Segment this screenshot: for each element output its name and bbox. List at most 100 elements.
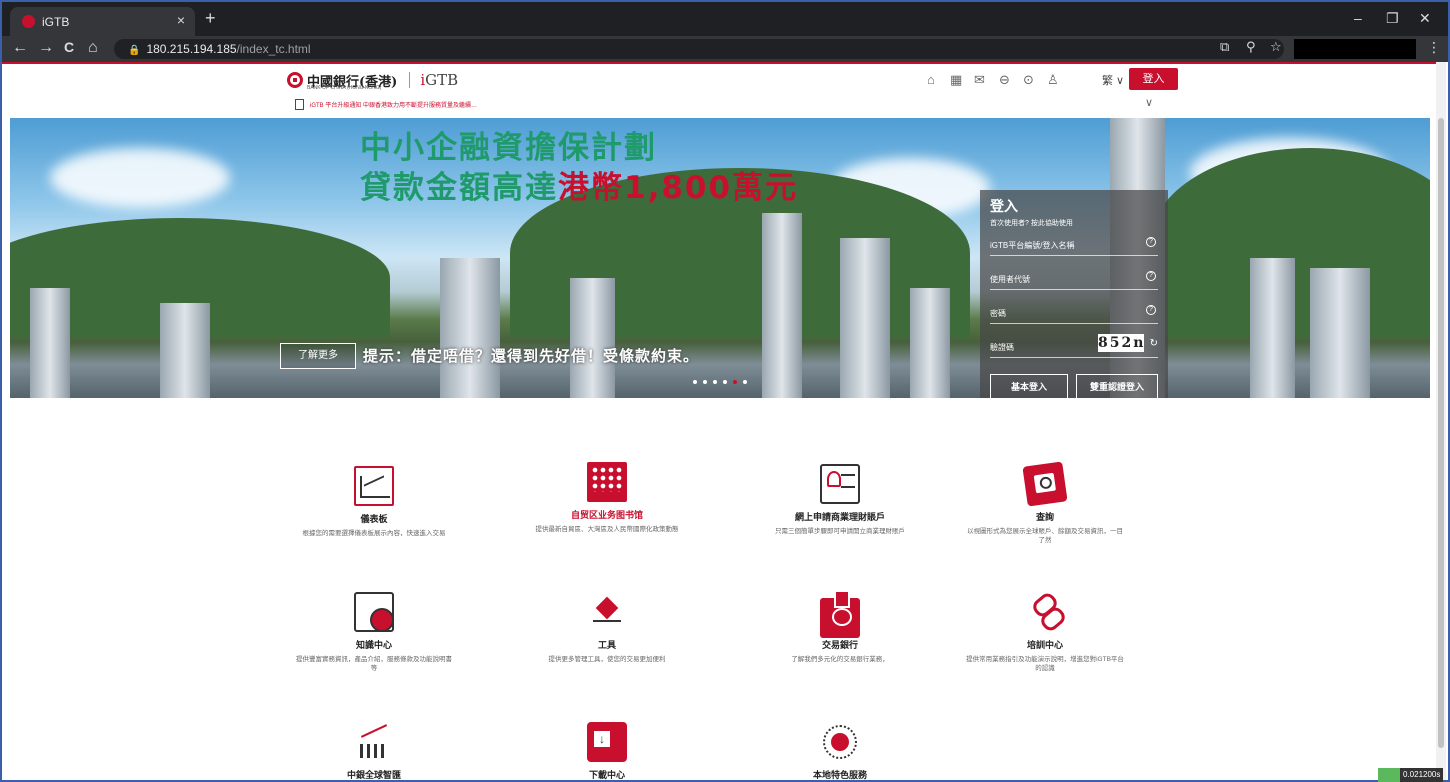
home-nav-icon[interactable]: ⌂	[88, 39, 98, 57]
close-window-button[interactable]: ✕	[1419, 10, 1431, 27]
user-code-field[interactable]: 使用者代號 ?	[990, 268, 1158, 290]
banner-disclaimer: 提示：借定唔借？還得到先好借！受條款約束。	[363, 348, 700, 365]
web-page: 中國銀行(香港) BANK OF CHINA (HONG KONG) iGTB …	[2, 62, 1440, 780]
igtb-logo: iGTB	[420, 71, 459, 89]
refresh-icon[interactable]: ↻	[1150, 338, 1158, 349]
tile-transaction-banking[interactable]: 交易銀行 了解我們多元化的交易銀行業務，	[740, 590, 940, 664]
building	[762, 213, 802, 398]
help-icon[interactable]: ?	[1146, 305, 1156, 315]
notice-icon	[295, 99, 304, 110]
status-badge: 0.021200s	[1378, 768, 1444, 782]
page-scrollbar[interactable]	[1436, 62, 1446, 780]
carousel-dot[interactable]	[723, 380, 727, 384]
user-icon[interactable]: ♙	[1047, 72, 1059, 88]
query-icon	[1022, 461, 1068, 507]
building	[1250, 258, 1295, 398]
notice-text[interactable]: iGTB 平台升級通知 中銀香港致力用不斷提升服務質量及繼續…	[310, 100, 477, 109]
mail-icon[interactable]: ✉	[974, 72, 985, 88]
site-header: 中國銀行(香港) BANK OF CHINA (HONG KONG) iGTB …	[2, 64, 1440, 96]
login-panel: 登入 首次使用者? 按此協助使用 iGTB平台編號/登入名稱 ? 使用者代號 ?…	[980, 190, 1168, 398]
captcha-field[interactable]: 驗證碼 852n ↻	[990, 334, 1158, 358]
help-icon[interactable]: ?	[1146, 271, 1156, 281]
learn-more-button[interactable]: 了解更多	[280, 343, 356, 369]
hero-banner: 中小企融資擔保計劃 貸款金額高達港幣1,800萬元 了解更多 提示：借定唔借？還…	[10, 118, 1430, 398]
tile-library[interactable]: 自贸区业务图书馆 提供最新自貿區、大灣區及人民幣國際化政策動態	[507, 462, 707, 534]
building	[30, 288, 70, 398]
tile-download-center[interactable]: 下載中心	[507, 722, 707, 780]
help-icon[interactable]: ?	[1146, 237, 1156, 247]
dual-auth-login-button[interactable]: 雙重認證登入	[1076, 374, 1158, 398]
url-path: /index_tc.html	[236, 42, 311, 56]
carousel-dot[interactable]	[713, 380, 717, 384]
cast-icon[interactable]: ⧉	[1220, 39, 1229, 55]
favicon-icon	[22, 15, 35, 28]
carousel-dot[interactable]	[693, 380, 697, 384]
login-panel-title: 登入	[990, 198, 1018, 214]
boc-seal-icon	[287, 72, 303, 88]
tile-global-remit[interactable]: 中銀全球智匯	[274, 722, 474, 780]
captcha-image: 852n	[1098, 334, 1146, 352]
restore-button[interactable]: ❐	[1386, 10, 1399, 27]
location-icon[interactable]: ⊙	[1023, 72, 1034, 88]
calculator-icon[interactable]: ▦	[950, 72, 962, 88]
tile-knowledge[interactable]: 知識中心 提供豐富實務資訊，產品介紹，服務條款及功能說明書等	[274, 592, 474, 673]
tools-icon	[587, 592, 627, 632]
bank-icon[interactable]: ⊖	[999, 72, 1010, 88]
dashboard-icon	[354, 466, 394, 506]
building	[160, 303, 210, 398]
close-tab-icon[interactable]: ×	[177, 12, 185, 28]
transaction-banking-icon	[820, 590, 860, 638]
profile-area[interactable]	[1294, 39, 1416, 59]
browser-tab[interactable]: iGTB ×	[10, 7, 195, 36]
download-icon	[587, 722, 627, 762]
banner-title-line1: 中小企融資擔保計劃	[360, 130, 657, 166]
tab-strip: iGTB × + – ❐ ✕	[2, 2, 1448, 36]
browser-menu-icon[interactable]: ⋮	[1427, 39, 1441, 56]
building	[1310, 268, 1370, 398]
bookmark-star-icon[interactable]: ☆	[1270, 39, 1282, 55]
banner-title-line2: 貸款金額高達港幣1,800萬元	[360, 170, 799, 206]
forward-icon[interactable]: →	[38, 39, 54, 57]
status-value: 0.021200s	[1400, 768, 1444, 782]
password-field[interactable]: 密碼 ?	[990, 302, 1158, 324]
library-icon	[587, 462, 627, 502]
first-time-help-link[interactable]: 首次使用者? 按此協助使用	[990, 218, 1073, 228]
basic-login-button[interactable]: 基本登入	[990, 374, 1068, 398]
new-tab-button[interactable]: +	[205, 8, 216, 29]
tab-title: iGTB	[42, 15, 70, 29]
logo-divider	[409, 72, 411, 88]
zoom-icon[interactable]: ⚲	[1246, 39, 1256, 55]
building	[840, 238, 890, 398]
home-icon[interactable]: ⌂	[927, 72, 935, 87]
lock-icon: 🔒	[128, 45, 141, 56]
training-icon	[1025, 592, 1065, 632]
tile-training[interactable]: 培訓中心 提供常用業務指引及功能演示說明，增進您對iGTB平台的認識	[945, 592, 1145, 673]
tile-local-services[interactable]: 本地特色服務	[740, 722, 940, 780]
back-icon[interactable]: ←	[12, 39, 28, 57]
account-icon	[820, 464, 860, 504]
tile-dashboard[interactable]: 儀表板 根據您的需要選擇儀表板展示內容，快速進入交易	[274, 466, 474, 538]
knowledge-icon	[354, 592, 394, 632]
url-host: 180.215.194.185	[146, 42, 237, 56]
scrollbar-thumb[interactable]	[1438, 118, 1444, 748]
cloud	[50, 148, 230, 208]
header-login-button[interactable]: 登入	[1129, 68, 1178, 90]
tile-online-account[interactable]: 網上申請商業理財賬戶 只需三個簡單步驟即可申請開立商業理財賬戶	[740, 464, 940, 536]
tile-query[interactable]: 查詢 以視圖形式為您展示全球賬戶、餘額及交易資訊，一目了然	[945, 461, 1145, 545]
browser-window: iGTB × + – ❐ ✕ ← → C ⌂ 🔒 180.215.194.185/…	[0, 0, 1450, 782]
language-select[interactable]: 繁 ∨	[1102, 72, 1124, 88]
minimize-button[interactable]: –	[1354, 10, 1362, 26]
building	[570, 278, 615, 398]
url-field[interactable]: 🔒 180.215.194.185/index_tc.html	[114, 39, 1284, 59]
carousel-dot[interactable]	[743, 380, 747, 384]
building	[440, 258, 500, 398]
bank-logo[interactable]: 中國銀行(香港) BANK OF CHINA (HONG KONG) iGTB	[287, 71, 459, 91]
carousel-dot[interactable]	[703, 380, 707, 384]
notice-bar: iGTB 平台升級通知 中銀香港致力用不斷提升服務質量及繼續… ∨	[2, 96, 1440, 116]
reload-icon[interactable]: C	[64, 39, 74, 55]
tile-tools[interactable]: 工具 提供更多管理工具，使您的交易更加便利	[507, 592, 707, 664]
chevron-down-icon[interactable]: ∨	[1145, 96, 1153, 109]
carousel-dot-active[interactable]	[733, 380, 737, 384]
platform-id-field[interactable]: iGTB平台編號/登入名稱 ?	[990, 234, 1158, 256]
banner-title: 中小企融資擔保計劃 貸款金額高達港幣1,800萬元	[360, 128, 798, 208]
